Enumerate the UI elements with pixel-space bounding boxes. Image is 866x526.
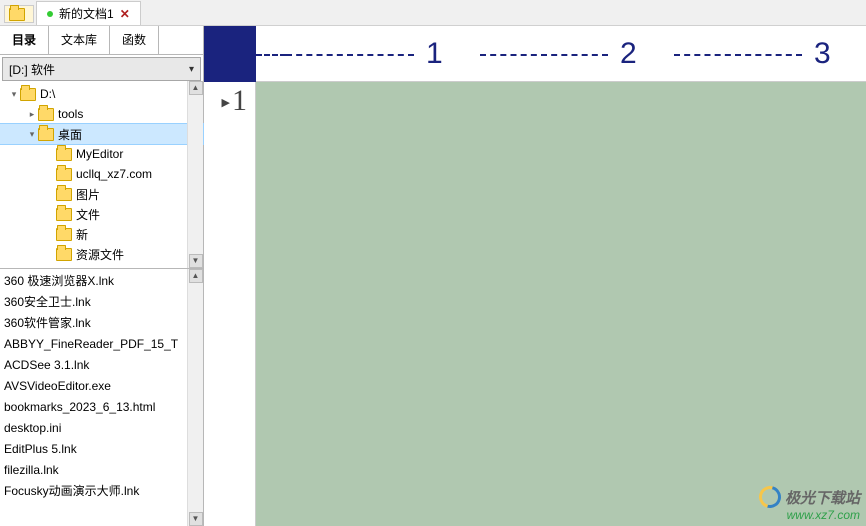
folder-label: D:\ (40, 87, 55, 101)
folder-label: 文件 (76, 206, 100, 223)
folder-icon (56, 248, 72, 261)
document-modified-dot-icon (47, 11, 53, 17)
file-list-item[interactable]: Focusky动画演示大师.lnk (4, 481, 203, 502)
chevron-down-icon[interactable]: ▾ (8, 89, 20, 100)
file-list-item[interactable]: 360 极速浏览器X.lnk (4, 271, 203, 292)
folder-label: tools (58, 107, 83, 121)
ruler-tick-segment (480, 54, 608, 56)
scroll-up-button[interactable]: ▲ (189, 269, 203, 283)
folder-icon (56, 168, 72, 181)
folder-tree-item[interactable]: ▸ tools (0, 104, 203, 124)
open-folder-icon[interactable] (4, 5, 34, 23)
scroll-down-button[interactable]: ▼ (189, 254, 203, 268)
folder-icon (20, 88, 36, 101)
side-tab-2[interactable]: 函数 (110, 26, 159, 54)
side-tab-0[interactable]: 目录 (0, 26, 49, 54)
folder-label: 资源文件 (76, 246, 124, 263)
folder-label: 图片 (76, 186, 100, 203)
line-number-gutter: ▶1 (204, 82, 256, 526)
scroll-down-button[interactable]: ▼ (189, 512, 203, 526)
folder-icon (56, 228, 72, 241)
file-list-item[interactable]: filezilla.lnk (4, 460, 203, 481)
close-tab-button[interactable]: ✕ (120, 7, 130, 21)
ruler-corner (204, 26, 256, 82)
file-list-item[interactable]: ACDSee 3.1.lnk (4, 355, 203, 376)
folder-tree-item[interactable]: 文件 (0, 204, 203, 224)
folder-icon (56, 188, 72, 201)
folder-label: ucllq_xz7.com (76, 167, 152, 181)
file-list-item[interactable]: 360软件管家.lnk (4, 313, 203, 334)
file-list-item[interactable]: ABBYY_FineReader_PDF_15_T (4, 334, 203, 355)
file-list-item[interactable]: AVSVideoEditor.exe (4, 376, 203, 397)
file-list-item[interactable]: EditPlus 5.lnk (4, 439, 203, 460)
folder-icon (38, 128, 54, 141)
side-panel: 目录文本库函数 [D:] 软件 ▾ ▾ D:\▸ tools ▾ 桌面 MyEditor u… (0, 26, 204, 526)
editor-area: 1 2 3 ▶1 (204, 26, 866, 526)
app-root: 新的文档1 ✕ 目录文本库函数 [D:] 软件 ▾ ▾ D:\▸ tools ▾ 桌面 M… (0, 0, 866, 526)
folder-label: 桌面 (58, 126, 82, 143)
document-tab[interactable]: 新的文档1 ✕ (36, 1, 141, 25)
ruler-number: 1 (426, 37, 443, 71)
chevron-right-icon[interactable]: ▸ (26, 109, 38, 120)
folder-tree-item[interactable]: 资源文件 (0, 244, 203, 264)
folder-label: 新 (76, 226, 88, 243)
scroll-up-button[interactable]: ▲ (189, 81, 203, 95)
file-list-item[interactable]: desktop.ini (4, 418, 203, 439)
line-number: ▶1 (204, 84, 247, 118)
folder-tree: ▾ D:\▸ tools ▾ 桌面 MyEditor ucllq_xz7.com 图片文件新资… (0, 81, 203, 269)
side-panel-tabs: 目录文本库函数 (0, 26, 203, 55)
horizontal-ruler: 1 2 3 (204, 26, 866, 82)
current-line-marker-icon: ▶ (222, 96, 230, 109)
folder-tree-scrollbar[interactable]: ▲ ▼ (187, 81, 203, 268)
ruler-tick-segment (256, 54, 286, 56)
chevron-down-icon: ▾ (189, 64, 194, 75)
folder-tree-item[interactable]: ▾ D:\ (0, 84, 203, 104)
file-list-scrollbar[interactable]: ▲ ▼ (187, 269, 203, 526)
document-tabbar: 新的文档1 ✕ (0, 0, 866, 26)
folder-icon (38, 108, 54, 121)
ruler-number: 2 (620, 37, 637, 71)
folder-tree-item[interactable]: ▾ 桌面 (0, 124, 203, 144)
ruler-tick-segment (286, 54, 414, 56)
folder-tree-item[interactable]: ucllq_xz7.com (0, 164, 203, 184)
folder-tree-item[interactable]: 图片 (0, 184, 203, 204)
folder-tree-item[interactable]: 新 (0, 224, 203, 244)
file-list: 360 极速浏览器X.lnk360安全卫士.lnk360软件管家.lnkABBY… (0, 269, 203, 526)
ruler-tick-segment (674, 54, 802, 56)
file-list-item[interactable]: 360安全卫士.lnk (4, 292, 203, 313)
drive-select[interactable]: [D:] 软件 ▾ (2, 57, 201, 81)
ruler-number: 3 (814, 37, 831, 71)
document-tab-title: 新的文档1 (59, 5, 114, 22)
folder-tree-item[interactable]: MyEditor (0, 144, 203, 164)
folder-icon (56, 208, 72, 221)
folder-label: MyEditor (76, 147, 123, 161)
side-tab-1[interactable]: 文本库 (49, 26, 110, 54)
file-list-item[interactable]: bookmarks_2023_6_13.html (4, 397, 203, 418)
editor-canvas[interactable] (256, 82, 866, 526)
chevron-down-icon[interactable]: ▾ (26, 129, 38, 140)
folder-icon (56, 148, 72, 161)
drive-select-value: [D:] 软件 (9, 61, 55, 78)
